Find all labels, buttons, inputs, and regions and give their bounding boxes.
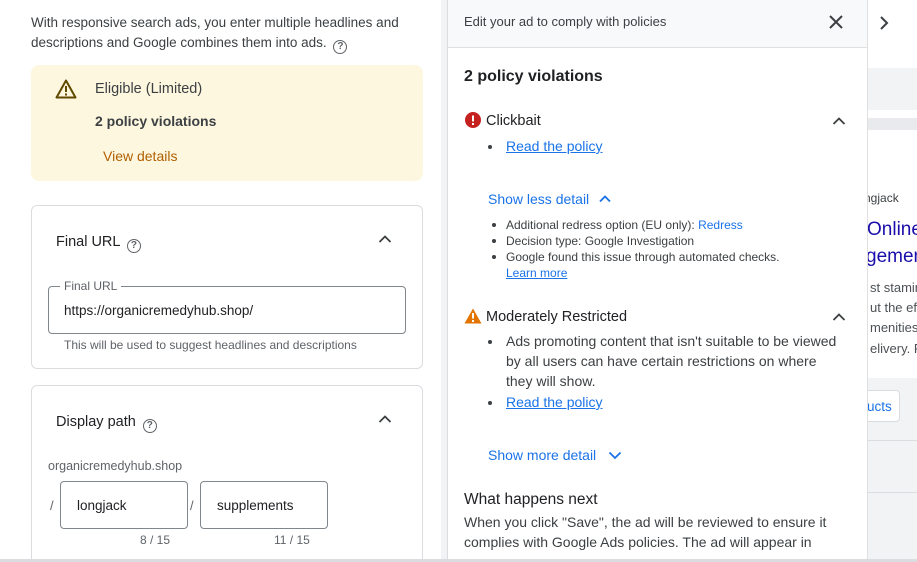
final-url-title: Final URL ?: [56, 234, 141, 253]
ad-preview-panel: ngjack Online gemen st stamin ut the ef …: [867, 0, 917, 562]
path2-input[interactable]: supplements: [200, 481, 328, 529]
path-separator: /: [50, 498, 54, 513]
read-policy-link-restricted[interactable]: Read the policy: [506, 394, 603, 410]
policy-violations-heading: 2 policy violations: [464, 68, 603, 85]
eligibility-status: Eligible (Limited): [95, 81, 203, 97]
ad-editor: With responsive search ads, you enter mu…: [0, 0, 917, 562]
preview-headline: gemen: [867, 246, 917, 267]
final-url-hint: This will be used to suggest headlines a…: [64, 338, 357, 352]
display-path-title: Display path ?: [56, 414, 157, 433]
path2-value[interactable]: supplements: [217, 498, 294, 513]
help-icon[interactable]: ?: [126, 239, 141, 253]
display-path-card: Display path ? organicremedyhub.shop / l…: [31, 385, 423, 562]
list-item: Additional redress option (EU only): Red…: [492, 217, 826, 233]
chevron-up-icon[interactable]: [832, 310, 846, 324]
help-icon[interactable]: ?: [333, 40, 348, 54]
clickbait-details-list: Additional redress option (EU only): Red…: [492, 217, 826, 281]
show-less-detail-toggle[interactable]: Show less detail: [488, 191, 611, 207]
violation-title-clickbait: Clickbait: [486, 113, 541, 129]
divider: [868, 440, 917, 441]
what-happens-next-body: When you click "Save", the ad will be re…: [464, 514, 827, 550]
redress-link[interactable]: Redress: [698, 218, 743, 232]
chevron-up-icon: [599, 195, 611, 203]
final-url-value[interactable]: https://organicremedyhub.shop/: [64, 303, 253, 318]
chevron-up-icon[interactable]: [832, 114, 846, 128]
eligibility-banner: Eligible (Limited) 2 policy violations V…: [31, 65, 423, 181]
chevron-up-icon[interactable]: [378, 232, 392, 246]
list-item: Decision type: Google Investigation: [492, 233, 826, 249]
list-item: Google found this issue through automate…: [492, 249, 826, 281]
ad-form-column: With responsive search ads, you enter mu…: [0, 0, 447, 562]
path1-value[interactable]: longjack: [77, 498, 127, 513]
learn-more-link[interactable]: Learn more: [506, 266, 567, 280]
warning-icon: [55, 79, 77, 99]
intro-text: With responsive search ads, you enter mu…: [31, 15, 399, 54]
view-details-link[interactable]: View details: [103, 148, 177, 164]
bullet: [488, 401, 492, 405]
divider: [868, 492, 917, 493]
final-url-card: Final URL ? Final URL https://organicrem…: [31, 205, 423, 369]
path1-char-count: 8 / 15: [140, 533, 171, 547]
bullet: [488, 145, 492, 149]
read-policy-link-clickbait[interactable]: Read the policy: [506, 138, 603, 154]
error-icon: [465, 112, 481, 128]
help-icon[interactable]: ?: [142, 419, 157, 433]
preview-description: elivery. F: [870, 341, 917, 356]
preview-background: [868, 68, 917, 110]
close-icon[interactable]: [826, 12, 846, 32]
path1-input[interactable]: longjack: [60, 481, 188, 529]
preview-sitelink-chip[interactable]: ucts: [868, 390, 900, 422]
preview-headline: Online: [867, 219, 917, 240]
preview-description: ut the ef: [870, 300, 917, 315]
ad-form: With responsive search ads, you enter mu…: [0, 0, 441, 562]
what-happens-next-title: What happens next: [464, 491, 598, 508]
preview-background: [868, 118, 917, 130]
final-url-field-label: Final URL: [60, 279, 122, 293]
path2-char-count: 11 / 15: [274, 533, 310, 547]
chevron-up-icon[interactable]: [378, 412, 392, 426]
warning-icon: [464, 308, 482, 324]
display-domain: organicremedyhub.shop: [48, 459, 183, 473]
show-more-detail-toggle[interactable]: Show more detail: [488, 447, 622, 463]
preview-toolbar: [868, 0, 917, 48]
preview-display-url: ngjack: [867, 191, 899, 205]
preview-description: st stamin: [870, 280, 917, 295]
preview-description: menities: [870, 320, 917, 335]
policy-panel-title: Edit your ad to comply with policies: [464, 14, 667, 29]
path-separator: /: [190, 498, 194, 513]
policy-panel: Edit your ad to comply with policies 2 p…: [447, 0, 868, 562]
bullet: [488, 340, 492, 344]
violation-title-moderately-restricted: Moderately Restricted: [486, 309, 628, 325]
moderately-restricted-description: Ads promoting content that isn't suitabl…: [506, 333, 837, 389]
violation-count: 2 policy violations: [95, 113, 217, 129]
chevron-right-icon[interactable]: [878, 15, 890, 31]
final-url-field[interactable]: Final URL https://organicremedyhub.shop/: [48, 279, 406, 334]
chevron-down-icon: [608, 451, 622, 460]
policy-panel-header: Edit your ad to comply with policies: [448, 0, 868, 48]
